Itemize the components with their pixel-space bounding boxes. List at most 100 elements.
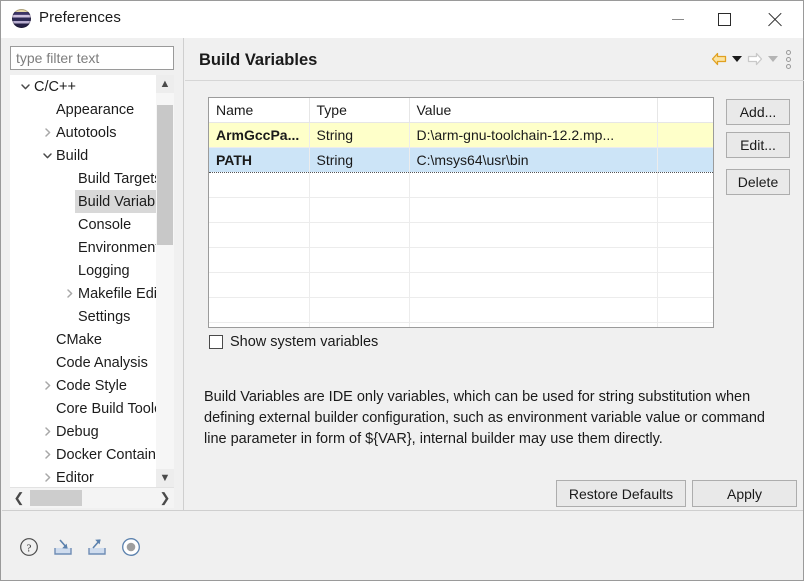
restore-defaults-button[interactable]: Restore Defaults bbox=[556, 480, 686, 507]
panel-divider bbox=[183, 38, 184, 510]
filter-input[interactable] bbox=[10, 46, 174, 70]
delete-button[interactable]: Delete bbox=[726, 169, 790, 195]
sidebar-item-build[interactable]: Build bbox=[10, 144, 174, 167]
help-icon[interactable]: ? bbox=[18, 536, 40, 558]
cell-empty bbox=[657, 247, 713, 273]
sidebar-item-build-variables[interactable]: Build Variables bbox=[10, 190, 174, 213]
cell-empty bbox=[657, 172, 713, 198]
cell-empty bbox=[209, 222, 310, 248]
sidebar-item-label: Appearance bbox=[56, 101, 135, 118]
column-header-name[interactable]: Name bbox=[209, 98, 310, 123]
chevron-down-icon[interactable] bbox=[18, 80, 32, 94]
add-button[interactable]: Add... bbox=[726, 99, 790, 125]
edit-button[interactable]: Edit... bbox=[726, 132, 790, 158]
page-nav-bar bbox=[709, 49, 795, 69]
forward-arrow-icon bbox=[745, 49, 765, 69]
sidebar-item-label: Build bbox=[56, 147, 89, 164]
chevron-right-icon[interactable] bbox=[40, 425, 54, 439]
chevron-right-icon[interactable] bbox=[40, 379, 54, 393]
cell-empty bbox=[657, 322, 713, 327]
column-header-type[interactable]: Type bbox=[309, 98, 410, 123]
cell-type: String bbox=[309, 147, 410, 173]
sidebar-item-logging[interactable]: Logging bbox=[10, 259, 174, 282]
cell-empty bbox=[409, 297, 658, 323]
record-icon[interactable] bbox=[120, 536, 142, 558]
import-icon[interactable] bbox=[52, 536, 74, 558]
cell-blank bbox=[657, 122, 713, 148]
cell-blank bbox=[657, 147, 713, 173]
cell-empty bbox=[309, 222, 410, 248]
sidebar-item-environment[interactable]: Environment bbox=[10, 236, 174, 259]
sidebar-item-settings[interactable]: Settings bbox=[10, 305, 174, 328]
sidebar-item-label: Code Analysis bbox=[56, 354, 148, 371]
tree-vertical-scrollbar[interactable]: ▲ ▼ bbox=[156, 75, 174, 487]
sidebar-item-label: Console bbox=[78, 216, 132, 233]
sidebar-item-autotools[interactable]: Autotools bbox=[10, 121, 174, 144]
chevron-right-icon[interactable] bbox=[62, 287, 76, 301]
view-menu-icon[interactable] bbox=[781, 49, 795, 69]
column-header-blank[interactable] bbox=[657, 98, 713, 123]
tree-horizontal-scrollbar[interactable]: ❮ ❯ bbox=[10, 487, 174, 508]
cell-empty bbox=[209, 197, 310, 223]
scroll-up-icon[interactable]: ▲ bbox=[156, 75, 174, 93]
build-variables-table[interactable]: Name Type Value ArmGccPa... String D:\arm-… bbox=[208, 97, 714, 328]
eclipse-icon bbox=[12, 9, 31, 28]
export-icon[interactable] bbox=[86, 536, 108, 558]
preferences-tree[interactable]: C/C++ Appearance Autotools Build Build Targe… bbox=[10, 75, 174, 487]
table-row-empty[interactable] bbox=[209, 297, 713, 323]
cell-empty bbox=[309, 172, 410, 198]
scroll-right-icon[interactable]: ❯ bbox=[156, 488, 174, 507]
maximize-button[interactable] bbox=[701, 1, 747, 38]
header-separator bbox=[185, 80, 804, 81]
sidebar-item-code-style[interactable]: Code Style bbox=[10, 374, 174, 397]
sidebar-item-editor[interactable]: Editor bbox=[10, 466, 174, 487]
back-dropdown-icon[interactable] bbox=[729, 49, 745, 69]
chevron-right-icon[interactable] bbox=[40, 471, 54, 485]
cell-empty bbox=[209, 247, 310, 273]
sidebar-item-appearance[interactable]: Appearance bbox=[10, 98, 174, 121]
table-row-empty[interactable] bbox=[209, 247, 713, 273]
chevron-right-icon[interactable] bbox=[40, 126, 54, 140]
sidebar-item-build-targets[interactable]: Build Targets bbox=[10, 167, 174, 190]
table-row-empty[interactable] bbox=[209, 197, 713, 223]
cell-empty bbox=[209, 172, 310, 198]
apply-button[interactable]: Apply bbox=[692, 480, 797, 507]
sidebar-item-core-build-toolchains[interactable]: Core Build Toolchains bbox=[10, 397, 174, 420]
scroll-left-icon[interactable]: ❮ bbox=[10, 488, 28, 507]
sidebar-item-label: CMake bbox=[56, 331, 102, 348]
tree-hscroll-thumb[interactable] bbox=[30, 490, 82, 506]
chevron-right-icon[interactable] bbox=[40, 448, 54, 462]
show-system-variables-checkbox[interactable] bbox=[209, 335, 223, 349]
cell-name: ArmGccPa... bbox=[209, 122, 310, 148]
table-row-empty[interactable] bbox=[209, 222, 713, 248]
close-button[interactable] bbox=[751, 1, 797, 38]
show-system-variables-row[interactable]: Show system variables bbox=[209, 334, 378, 350]
table-row[interactable]: PATH String C:\msys64\usr\bin bbox=[209, 147, 713, 173]
scroll-down-icon[interactable]: ▼ bbox=[156, 469, 174, 487]
table-row-empty[interactable] bbox=[209, 322, 713, 327]
minimize-button[interactable] bbox=[655, 1, 701, 38]
table-header-row: Name Type Value bbox=[209, 98, 713, 123]
table-row-empty[interactable] bbox=[209, 272, 713, 298]
sidebar-item-debug[interactable]: Debug bbox=[10, 420, 174, 443]
cell-value: C:\msys64\usr\bin bbox=[409, 147, 658, 173]
table-row-empty[interactable] bbox=[209, 172, 713, 198]
sidebar-item-label: Debug bbox=[56, 423, 99, 440]
sidebar-item-makefile-editor[interactable]: Makefile Editor bbox=[10, 282, 174, 305]
tree-vscroll-thumb[interactable] bbox=[157, 105, 173, 245]
back-arrow-icon[interactable] bbox=[709, 49, 729, 69]
minimize-icon bbox=[672, 19, 684, 20]
footer-bar: ? bbox=[2, 511, 803, 580]
sidebar-item-c-c[interactable]: C/C++ bbox=[10, 75, 174, 98]
sidebar-item-docker-container[interactable]: Docker Container bbox=[10, 443, 174, 466]
cell-empty bbox=[657, 197, 713, 223]
sidebar-item-console[interactable]: Console bbox=[10, 213, 174, 236]
table-row[interactable]: ArmGccPa... String D:\arm-gnu-toolchain-12… bbox=[209, 122, 713, 148]
column-header-value[interactable]: Value bbox=[409, 98, 658, 123]
sidebar-item-code-analysis[interactable]: Code Analysis bbox=[10, 351, 174, 374]
cell-empty bbox=[409, 322, 658, 327]
chevron-down-icon[interactable] bbox=[40, 149, 54, 163]
cell-empty bbox=[209, 272, 310, 298]
sidebar-item-cmake[interactable]: CMake bbox=[10, 328, 174, 351]
cell-empty bbox=[409, 172, 658, 198]
